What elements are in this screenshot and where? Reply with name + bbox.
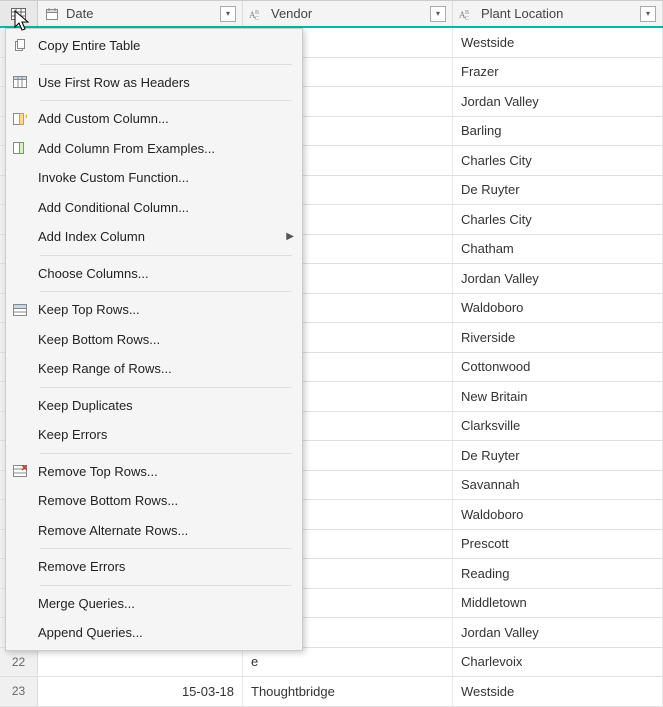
menu-item-add-index-column[interactable]: Add Index Column ▶ bbox=[6, 222, 302, 252]
cell-plant[interactable]: Reading bbox=[453, 559, 663, 588]
menu-item-keep-top-rows[interactable]: Keep Top Rows... bbox=[6, 295, 302, 325]
column-label: Vendor bbox=[271, 6, 424, 21]
cell-plant[interactable]: Cottonwood bbox=[453, 353, 663, 382]
cell-vendor[interactable]: Thoughtbridge bbox=[243, 677, 453, 706]
menu-item-use-first-row-headers[interactable]: Use First Row as Headers bbox=[6, 68, 302, 98]
cell-plant[interactable]: De Ruyter bbox=[453, 176, 663, 205]
cell-plant[interactable]: De Ruyter bbox=[453, 441, 663, 470]
cell-plant[interactable]: Westside bbox=[453, 28, 663, 57]
menu-item-add-column-from-examples[interactable]: Add Column From Examples... bbox=[6, 134, 302, 164]
cell-plant[interactable]: Jordan Valley bbox=[453, 618, 663, 647]
svg-text:C: C bbox=[255, 16, 259, 21]
cell-plant[interactable]: Chatham bbox=[453, 235, 663, 264]
cell-plant[interactable]: Charlevoix bbox=[453, 648, 663, 677]
cell-plant[interactable]: Prescott bbox=[453, 530, 663, 559]
blank-icon bbox=[10, 227, 30, 247]
filter-dropdown-button[interactable]: ▾ bbox=[220, 6, 236, 22]
cell-plant[interactable]: Charles City bbox=[453, 146, 663, 175]
submenu-arrow-icon: ▶ bbox=[286, 231, 294, 242]
column-label: Plant Location bbox=[481, 6, 634, 21]
keep-rows-icon bbox=[10, 300, 30, 320]
table-row[interactable]: 22 eCharlevoix bbox=[0, 648, 663, 678]
filter-dropdown-button[interactable]: ▾ bbox=[640, 6, 656, 22]
cell-plant[interactable]: Jordan Valley bbox=[453, 264, 663, 293]
menu-item-keep-bottom-rows[interactable]: Keep Bottom Rows... bbox=[6, 325, 302, 355]
blank-icon bbox=[10, 425, 30, 445]
menu-item-add-custom-column[interactable]: ✶ Add Custom Column... bbox=[6, 104, 302, 134]
text-type-icon: ABC bbox=[249, 6, 265, 22]
cell-date[interactable] bbox=[38, 648, 243, 677]
table-header-icon bbox=[10, 72, 30, 92]
row-number[interactable]: 22 bbox=[0, 648, 38, 677]
cell-plant[interactable]: Frazer bbox=[453, 58, 663, 87]
menu-item-remove-bottom-rows[interactable]: Remove Bottom Rows... bbox=[6, 486, 302, 516]
menu-item-keep-errors[interactable]: Keep Errors bbox=[6, 420, 302, 450]
menu-separator bbox=[40, 585, 292, 586]
filter-dropdown-button[interactable]: ▾ bbox=[430, 6, 446, 22]
blank-icon bbox=[10, 329, 30, 349]
cell-plant[interactable]: New Britain bbox=[453, 382, 663, 411]
cell-vendor[interactable]: e bbox=[243, 648, 453, 677]
menu-item-remove-top-rows[interactable]: Remove Top Rows... bbox=[6, 457, 302, 487]
blank-icon bbox=[10, 491, 30, 511]
menu-separator bbox=[40, 291, 292, 292]
menu-separator bbox=[40, 453, 292, 454]
row-number[interactable]: 23 bbox=[0, 677, 38, 706]
column-header-vendor[interactable]: ABC Vendor ▾ bbox=[243, 1, 453, 26]
svg-text:✶: ✶ bbox=[24, 113, 27, 121]
cell-plant[interactable]: Jordan Valley bbox=[453, 87, 663, 116]
cell-date[interactable]: 15-03-18 bbox=[38, 677, 243, 706]
cell-plant[interactable]: Clarksville bbox=[453, 412, 663, 441]
table-context-menu: Copy Entire Table Use First Row as Heade… bbox=[5, 28, 303, 651]
cell-plant[interactable]: Waldoboro bbox=[453, 500, 663, 529]
menu-item-merge-queries[interactable]: Merge Queries... bbox=[6, 589, 302, 619]
menu-item-append-queries[interactable]: Append Queries... bbox=[6, 618, 302, 648]
column-header-date[interactable]: Date ▾ bbox=[38, 1, 243, 26]
blank-icon bbox=[10, 593, 30, 613]
table-row[interactable]: 2315-03-18ThoughtbridgeWestside bbox=[0, 677, 663, 707]
menu-item-add-conditional-column[interactable]: Add Conditional Column... bbox=[6, 193, 302, 223]
menu-item-remove-alternate-rows[interactable]: Remove Alternate Rows... bbox=[6, 516, 302, 546]
blank-icon bbox=[10, 359, 30, 379]
cell-plant[interactable]: Waldoboro bbox=[453, 294, 663, 323]
table-corner-button[interactable] bbox=[0, 1, 38, 26]
data-table: Date ▾ ABC Vendor ▾ ABC Plant Location ▾… bbox=[0, 0, 663, 707]
svg-text:C: C bbox=[465, 16, 469, 21]
cell-plant[interactable]: Savannah bbox=[453, 471, 663, 500]
menu-item-copy-entire-table[interactable]: Copy Entire Table bbox=[6, 31, 302, 61]
text-type-icon: ABC bbox=[459, 6, 475, 22]
table-icon bbox=[11, 8, 26, 20]
menu-separator bbox=[40, 100, 292, 101]
blank-icon bbox=[10, 168, 30, 188]
column-header-plant[interactable]: ABC Plant Location ▾ bbox=[453, 1, 663, 26]
cell-plant[interactable]: Charles City bbox=[453, 205, 663, 234]
blank-icon bbox=[10, 520, 30, 540]
menu-item-remove-errors[interactable]: Remove Errors bbox=[6, 552, 302, 582]
cell-plant[interactable]: Barling bbox=[453, 117, 663, 146]
remove-rows-icon bbox=[10, 461, 30, 481]
menu-item-keep-range-of-rows[interactable]: Keep Range of Rows... bbox=[6, 354, 302, 384]
menu-separator bbox=[40, 548, 292, 549]
menu-separator bbox=[40, 387, 292, 388]
cell-plant[interactable]: Riverside bbox=[453, 323, 663, 352]
add-column-icon: ✶ bbox=[10, 109, 30, 129]
column-label: Date bbox=[66, 6, 214, 21]
blank-icon bbox=[10, 263, 30, 283]
menu-item-keep-duplicates[interactable]: Keep Duplicates bbox=[6, 391, 302, 421]
blank-icon bbox=[10, 557, 30, 577]
column-header-row: Date ▾ ABC Vendor ▾ ABC Plant Location ▾ bbox=[0, 0, 663, 28]
blank-icon bbox=[10, 395, 30, 415]
blank-icon bbox=[10, 623, 30, 643]
copy-icon bbox=[10, 36, 30, 56]
examples-column-icon bbox=[10, 138, 30, 158]
menu-separator bbox=[40, 64, 292, 65]
menu-separator bbox=[40, 255, 292, 256]
menu-item-choose-columns[interactable]: Choose Columns... bbox=[6, 259, 302, 289]
cell-plant[interactable]: Westside bbox=[453, 677, 663, 706]
calendar-icon bbox=[44, 6, 60, 22]
cell-plant[interactable]: Middletown bbox=[453, 589, 663, 618]
menu-item-invoke-custom-function[interactable]: Invoke Custom Function... bbox=[6, 163, 302, 193]
blank-icon bbox=[10, 197, 30, 217]
